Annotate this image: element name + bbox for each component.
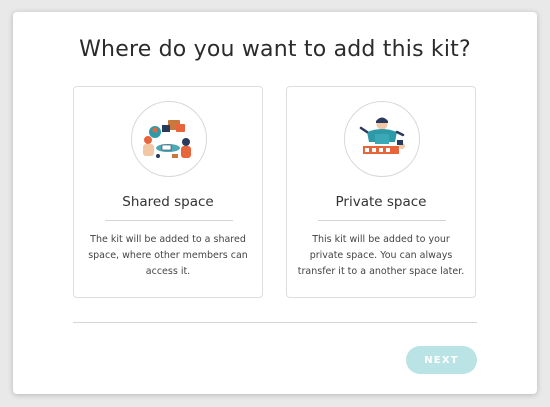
- dialog-title: Where do you want to add this kit?: [79, 37, 471, 62]
- next-button[interactable]: NEXT: [406, 346, 477, 374]
- footer-divider: [73, 322, 477, 323]
- private-space-title: Private space: [335, 194, 427, 210]
- shared-space-option[interactable]: Shared space The kit will be added to a …: [73, 86, 263, 298]
- team-collaboration-illustration: [131, 101, 207, 177]
- private-space-divider: [318, 220, 446, 221]
- add-kit-dialog: Where do you want to add this kit? Share…: [13, 12, 537, 394]
- shared-space-description: The kit will be added to a shared space,…: [88, 234, 248, 277]
- private-space-description: This kit will be added to your private s…: [297, 234, 465, 277]
- shared-space-title: Shared space: [122, 194, 214, 210]
- private-space-option[interactable]: Private space This kit will be added to …: [286, 86, 476, 298]
- person-working-alone-illustration: [344, 101, 420, 177]
- shared-space-divider: [105, 220, 233, 221]
